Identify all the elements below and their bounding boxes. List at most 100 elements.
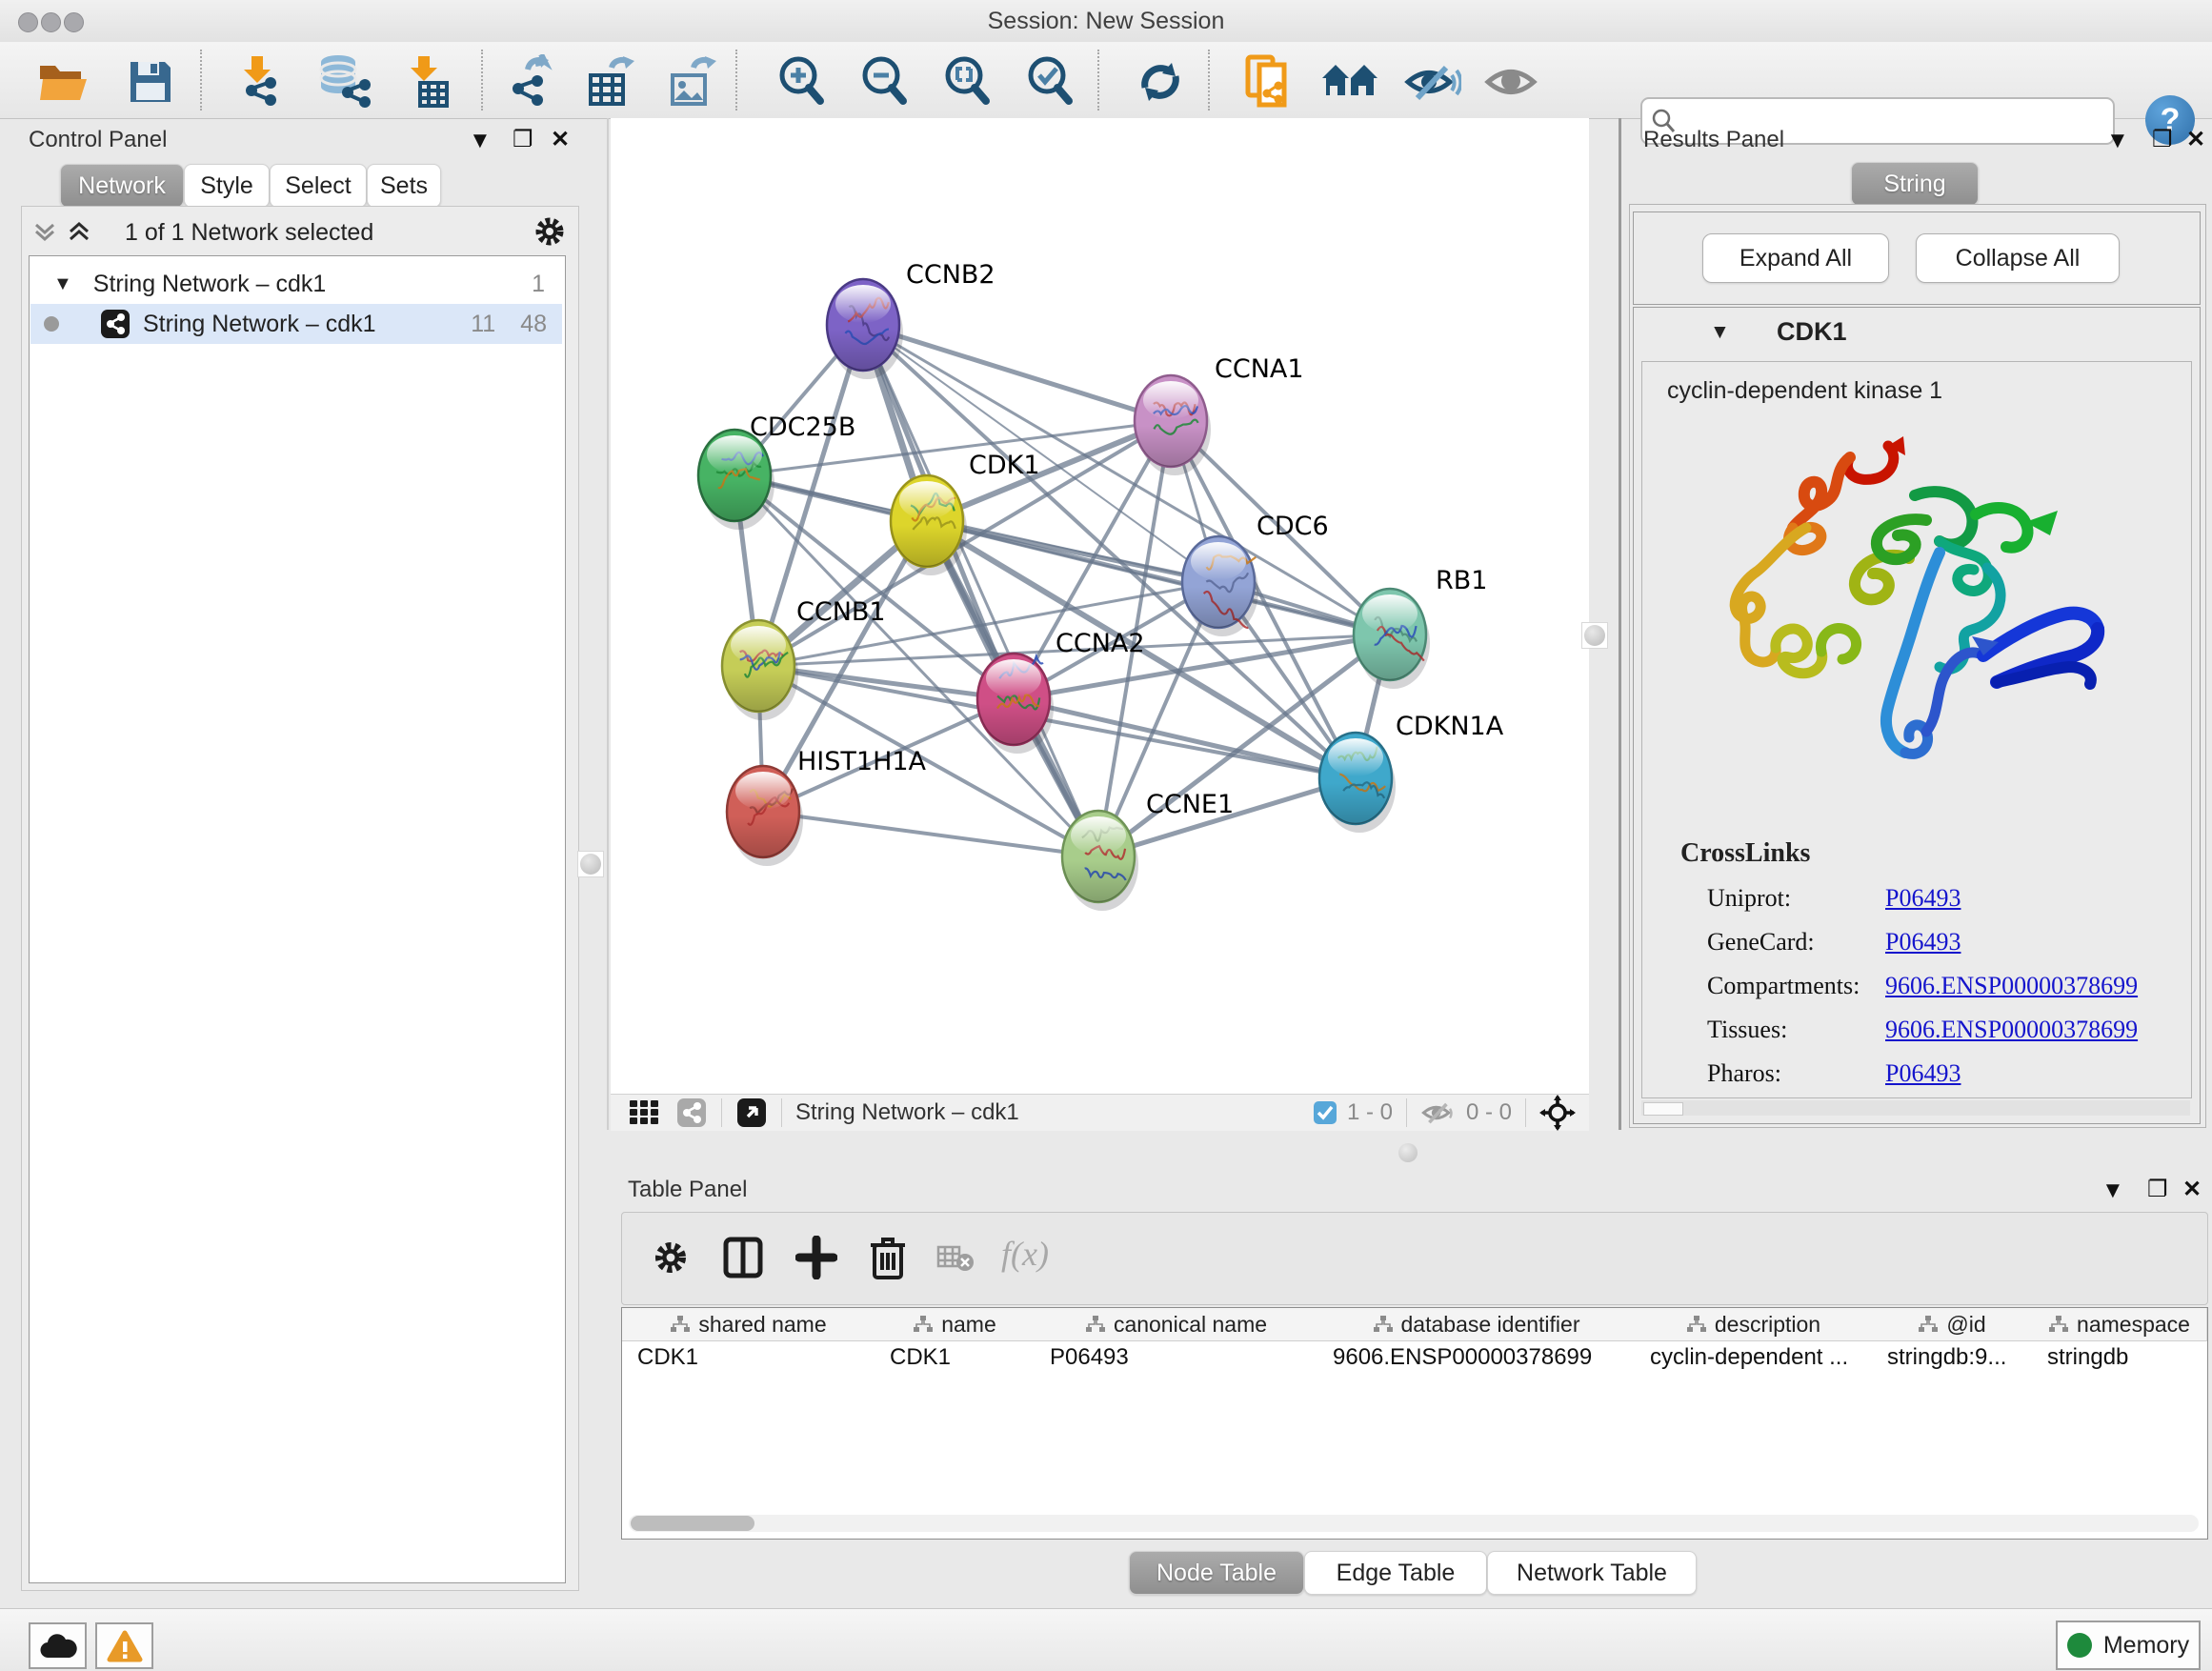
export-image-icon[interactable] [659,55,728,109]
node-card-expander-icon[interactable]: ▼ [1710,321,1730,344]
network-view-icon[interactable] [675,1097,708,1129]
left-splitter-line[interactable] [607,118,609,1130]
control-panel-close-icon[interactable]: ✕ [551,126,570,153]
cloud-status-button[interactable] [29,1622,87,1669]
left-splitter-grip[interactable] [577,851,604,877]
network-node-RB1[interactable]: RB1 [1354,566,1487,689]
apply-layout-icon[interactable] [1126,55,1195,109]
network-node-CDKN1A[interactable]: CDKN1A [1319,712,1504,833]
table-panel-float-icon[interactable]: ❐ [2147,1176,2168,1203]
node-card-body: cyclin-dependent kinase 1 [1641,361,2192,1098]
crosslink-label: Compartments: [1707,972,1860,1000]
import-network-database-icon[interactable] [309,55,377,109]
save-session-icon[interactable] [116,55,185,109]
tab-style[interactable]: Style [184,164,270,208]
crosslink-link[interactable]: P06493 [1885,928,1961,956]
crosslink-link[interactable]: P06493 [1885,1059,1961,1088]
tab-sets[interactable]: Sets [367,164,441,208]
tab-node-table[interactable]: Node Table [1129,1551,1304,1595]
column-header-label: @id [1946,1312,1985,1338]
tab-string[interactable]: String [1851,162,1979,206]
column-header-shared-name[interactable]: shared name [622,1308,875,1341]
column-header--id[interactable]: @id [1872,1308,2033,1341]
toolbar-separator [1097,50,1099,111]
table-cell[interactable]: stringdb [2043,1341,2206,1374]
network-edge[interactable] [863,325,1098,856]
warning-status-button[interactable] [95,1622,153,1669]
network-options-gear-icon[interactable] [532,213,568,250]
export-table-icon[interactable] [577,55,646,109]
zoom-out-icon[interactable] [851,55,919,109]
table-cell[interactable]: CDK1 [886,1341,1035,1374]
tab-network-table[interactable]: Network Table [1487,1551,1697,1595]
home-icon[interactable] [1317,55,1385,109]
open-session-icon[interactable] [30,55,99,109]
results-panel-float-icon[interactable]: ❐ [2152,126,2173,153]
show-columns-icon[interactable] [722,1236,764,1279]
collection-expander-icon[interactable]: ▼ [53,273,72,295]
network-node-CCNA1[interactable]: CCNA1 [1135,354,1304,475]
birdseye-view-icon[interactable] [735,1097,768,1129]
table-options-gear-icon[interactable] [651,1238,691,1278]
import-network-file-icon[interactable] [225,55,293,109]
import-table-file-icon[interactable] [392,55,461,109]
show-all-eye-icon[interactable] [1478,55,1547,109]
tab-select[interactable]: Select [270,164,367,208]
table-cell[interactable]: 9606.ENSP00000378699 [1329,1341,1635,1374]
network-node-HIST1H1A[interactable]: HIST1H1A [727,747,927,866]
results-panel-menu-icon[interactable]: ▼ [2106,128,2129,154]
zoom-fit-icon[interactable] [934,55,1002,109]
grid-view-icon[interactable] [628,1098,662,1127]
column-header-label: description [1715,1312,1820,1338]
delete-column-trash-icon[interactable] [868,1234,908,1281]
hide-selected-eye-slash-icon[interactable] [1398,55,1467,109]
zoom-selected-icon[interactable] [1016,55,1085,109]
network-node-CCNB2[interactable]: CCNB2 [827,260,995,379]
selected-checkbox-icon[interactable] [1313,1100,1337,1125]
toolbar-separator [735,50,737,111]
network-edge[interactable] [863,325,1171,421]
control-panel-float-icon[interactable]: ❐ [513,126,533,153]
network-row-selected[interactable]: String Network – cdk1 11 48 [30,304,562,344]
results-hscroll-thumb[interactable] [1643,1102,1683,1116]
column-header-name[interactable]: name [875,1308,1036,1341]
network-canvas[interactable]: CCNB2CCNA1CDC25BCDK1CDC6RB1CCNB1CCNA2CDK… [611,118,1589,1094]
collapse-all-networks-icon[interactable] [30,219,59,246]
tab-edge-table[interactable]: Edge Table [1304,1551,1487,1595]
right-splitter-line[interactable] [1619,118,1621,1130]
tab-network[interactable]: Network [60,164,184,208]
network-edge[interactable] [763,812,1098,856]
table-cell[interactable]: stringdb:9... [1883,1341,2032,1374]
expand-all-networks-icon[interactable] [65,219,93,246]
create-column-plus-icon[interactable] [795,1236,837,1279]
zoom-in-icon[interactable] [768,55,836,109]
horizontal-splitter-grip[interactable] [1398,1143,1418,1162]
results-panel-close-icon[interactable]: ✕ [2186,126,2205,153]
table-cell[interactable]: CDK1 [633,1341,875,1374]
clone-network-icon[interactable] [1235,55,1303,109]
table-panel-close-icon[interactable]: ✕ [2182,1176,2202,1203]
expand-all-button[interactable]: Expand All [1702,233,1889,283]
table-cell[interactable]: cyclin-dependent ... [1646,1341,1872,1374]
crosslink-link[interactable]: P06493 [1885,884,1961,913]
export-network-icon[interactable] [495,55,564,109]
crosslink-link[interactable]: 9606.ENSP00000378699 [1885,1016,2138,1044]
network-edge[interactable] [1014,699,1356,778]
network-collection-row[interactable]: ▼ String Network – cdk1 1 [30,264,562,304]
collapse-all-button[interactable]: Collapse All [1916,233,2120,283]
column-header-canonical-name[interactable]: canonical name [1035,1308,1318,1341]
control-panel-menu-icon[interactable]: ▼ [469,128,492,154]
column-header-database-identifier[interactable]: database identifier [1317,1308,1636,1341]
memory-button[interactable]: Memory [2056,1621,2201,1670]
table-cell[interactable]: P06493 [1046,1341,1317,1374]
crosslink-link[interactable]: 9606.ENSP00000378699 [1885,972,2138,1000]
column-header-description[interactable]: description [1635,1308,1873,1341]
table-hscroll-thumb[interactable] [631,1516,754,1531]
column-header-namespace[interactable]: namespace [2032,1308,2207,1341]
table-panel-menu-icon[interactable]: ▼ [2101,1178,2124,1204]
table-hscrollbar[interactable] [629,1515,2199,1532]
right-splitter-grip[interactable] [1581,622,1608,649]
results-hscrollbar[interactable] [1641,1100,2190,1116]
network-node-CCNE1[interactable]: CCNE1 [1062,790,1234,911]
center-view-crosshair-icon[interactable] [1539,1095,1576,1131]
